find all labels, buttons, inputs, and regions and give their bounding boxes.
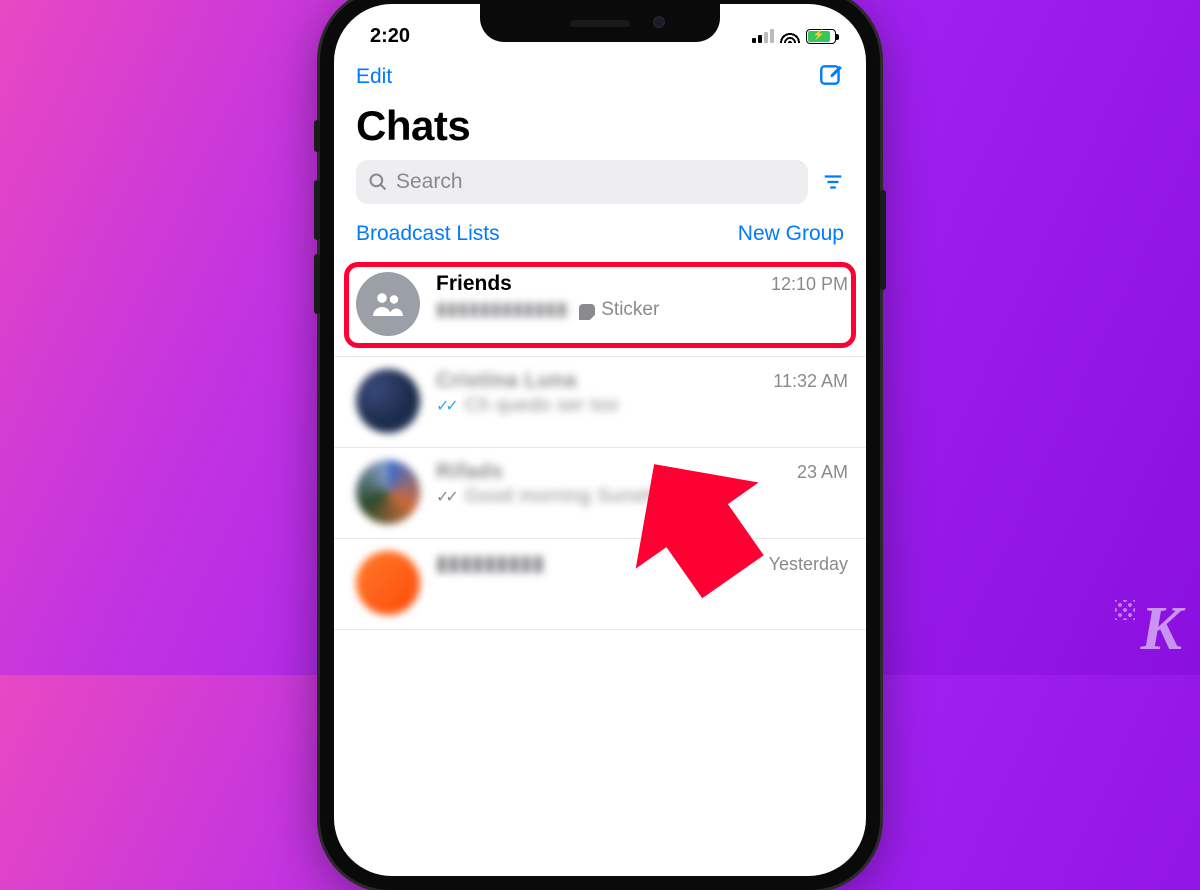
sun-emoji: ☀️ bbox=[686, 487, 708, 508]
chat-preview-label: Sticker bbox=[601, 299, 659, 321]
read-ticks-icon: ✓✓ bbox=[436, 396, 455, 416]
chat-preview-blurred: Good morning Sunshine bbox=[465, 486, 680, 508]
chat-time: 23 AM bbox=[797, 462, 848, 483]
chat-time: 12:10 PM bbox=[771, 274, 848, 295]
avatar bbox=[356, 551, 420, 615]
phone-screen: 2:20 ⚡ Edit Chats bbox=[334, 4, 866, 876]
sticker-icon bbox=[579, 304, 595, 320]
nav-bar: Edit bbox=[334, 54, 866, 96]
chat-item-friends[interactable]: Friends 12:10 PM ▮▮▮▮▮▮▮▮▮▮▮▮: Sticker bbox=[334, 260, 866, 357]
chat-name-blurred: Rifads bbox=[436, 460, 503, 484]
search-placeholder: Search bbox=[396, 170, 463, 194]
filter-icon[interactable] bbox=[822, 171, 844, 193]
chat-preview-blurred: Ch quedo ser too bbox=[465, 395, 619, 417]
chat-name: Friends bbox=[436, 272, 512, 296]
compose-button[interactable] bbox=[818, 62, 844, 93]
chat-name-blurred: Cristina Luna bbox=[436, 369, 577, 393]
avatar bbox=[356, 272, 420, 336]
new-group-link[interactable]: New Group bbox=[738, 222, 844, 246]
avatar bbox=[356, 460, 420, 524]
chat-item[interactable]: Cristina Luna 11:32 AM ✓✓ Ch quedo ser t… bbox=[334, 357, 866, 448]
search-input[interactable]: Search bbox=[356, 160, 808, 204]
page-title: Chats bbox=[334, 96, 866, 160]
chat-item[interactable]: ▮▮▮▮▮▮▮▮▮ Yesterday bbox=[334, 539, 866, 630]
compose-icon bbox=[818, 62, 844, 88]
edit-button[interactable]: Edit bbox=[356, 65, 392, 89]
chat-sender-blurred: ▮▮▮▮▮▮▮▮▮▮▮▮: bbox=[436, 298, 573, 321]
phone-notch bbox=[480, 4, 720, 42]
chat-time: Yesterday bbox=[769, 554, 848, 575]
delivered-ticks-icon: ✓✓ bbox=[436, 487, 455, 507]
status-time: 2:20 bbox=[370, 25, 410, 48]
group-icon bbox=[370, 286, 406, 322]
chat-name-blurred: ▮▮▮▮▮▮▮▮▮ bbox=[436, 551, 545, 576]
broadcast-lists-link[interactable]: Broadcast Lists bbox=[356, 222, 500, 246]
phone-frame: 2:20 ⚡ Edit Chats bbox=[320, 0, 880, 890]
watermark-logo: K bbox=[1141, 594, 1178, 665]
chat-time: 11:32 AM bbox=[773, 371, 848, 392]
wifi-icon bbox=[780, 29, 800, 43]
chat-list: Friends 12:10 PM ▮▮▮▮▮▮▮▮▮▮▮▮: Sticker C… bbox=[334, 260, 866, 630]
battery-icon: ⚡ bbox=[806, 29, 836, 44]
avatar bbox=[356, 369, 420, 433]
cellular-signal-icon bbox=[752, 29, 774, 43]
chat-item[interactable]: Rifads 23 AM ✓✓ Good morning Sunshine ☀️ bbox=[334, 448, 866, 539]
search-icon bbox=[368, 172, 388, 192]
